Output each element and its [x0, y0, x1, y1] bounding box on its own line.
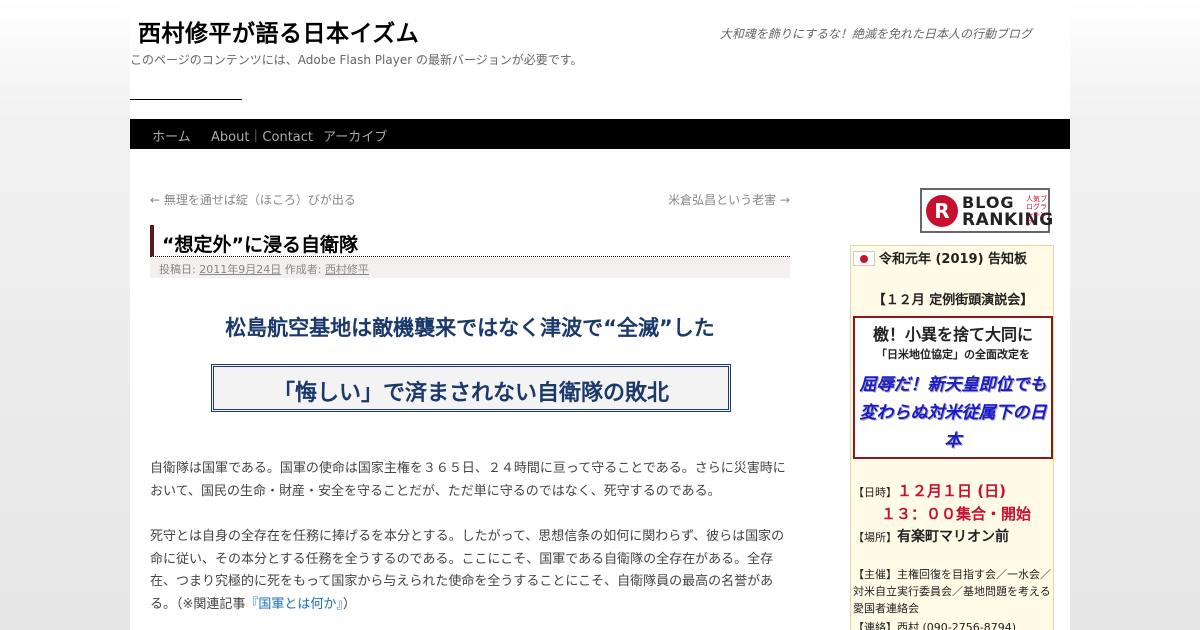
next-post-label: 米倉弘昌という老害	[668, 193, 777, 207]
place-value: 有楽町マリオン前	[897, 529, 1009, 545]
event-slogan-box: 檄！小異を捨て大同に 「日米地位協定」の全面改定を 屈辱だ！新天皇即位でも変わら…	[853, 316, 1053, 459]
date-value: １２月１日 (日)	[897, 482, 1006, 500]
page-wrapper: 西村修平が語る日本イズム 大和魂を飾りにするな！絶滅を免れた日本人の行動ブログ …	[130, 0, 1070, 630]
event-place-row: 【場所】有楽町マリオン前	[853, 526, 1009, 546]
event-contact: 【連絡】西村 (090-2756-8794)	[853, 621, 1017, 630]
entry-title: “想定外”に浸る自衛隊	[162, 234, 358, 256]
event-organizers: 【主催】主権回復を目指す会／一水会／対米自立実行委員会／基地問題を考える愛国者連…	[853, 568, 1051, 615]
nav-item-archive[interactable]: アーカイブ	[323, 126, 387, 145]
date-label: 【日時】	[853, 486, 897, 499]
notice-subtitle: 【１２月 定例街頭演説会】	[872, 293, 1034, 308]
prev-post-label: 無理を通せば綻（ほころ）びが出る	[163, 193, 356, 207]
main-nav: ホーム About｜Contact アーカイブ	[130, 119, 1070, 149]
paragraph-2-end: ）	[342, 596, 356, 612]
entry-title-bar: “想定外”に浸る自衛隊	[150, 225, 790, 257]
slogan-line-1: 檄！小異を捨て大同に	[872, 325, 1033, 344]
japan-flag-icon	[853, 251, 875, 266]
right-arrow-icon: →	[779, 193, 790, 207]
notice-title: 令和元年 (2019) 告知板	[878, 252, 1028, 267]
blog-ranking-banner[interactable]: R BLOG RANKING 人気ブログランキング	[920, 188, 1053, 233]
slogan-line-3: 屈辱だ！新天皇即位でも変わらぬ対米従属下の日本	[859, 375, 1047, 451]
left-arrow-icon: ←	[150, 193, 161, 207]
prev-post-link[interactable]: ← 無理を通せば綻（ほころ）びが出る	[150, 191, 356, 208]
flash-notice: このページのコンテンツには、Adobe Flash Player の最新バージョ…	[130, 53, 583, 67]
nav-item-home[interactable]: ホーム	[152, 126, 191, 145]
banner-small-text: 人気ブログランキング	[1026, 195, 1047, 227]
article-paragraph-2: 死守とは自身の全存在を任務に捧げるを本分とする。したがって、思想信条の如何に関わ…	[150, 526, 792, 616]
notice-board: 令和元年 (2019) 告知板 【１２月 定例街頭演説会】 檄！小異を捨て大同に…	[850, 245, 1054, 630]
ranking-logo-icon: R	[926, 195, 958, 227]
entry-meta: 投稿日: 2011年9月24日 作成者: 西村修平	[150, 258, 790, 278]
site-title[interactable]: 西村修平が語る日本イズム	[138, 14, 419, 48]
article-headline: 松島航空基地は敵機襲来ではなく津波で“全滅”した	[225, 316, 715, 340]
slogan-line-2: 「日米地位協定」の全面改定を	[876, 348, 1030, 361]
article-subheadline: 「悔しい」で済まされない自衛隊の敗北	[272, 381, 669, 406]
place-label: 【場所】	[853, 531, 897, 544]
meta-author-link[interactable]: 西村修平	[325, 263, 369, 276]
meta-posted-label: 投稿日:	[159, 263, 196, 276]
article-subheadline-box: 「悔しい」で済まされない自衛隊の敗北	[211, 364, 731, 412]
article-paragraph-1: 自衛隊は国軍である。国軍の使命は国家主権を３６５日、２４時間に亘って守ることであ…	[150, 461, 786, 499]
event-date-row: 【日時】１２月１日 (日)	[853, 480, 1006, 501]
time-value: １３：００集合・開始	[881, 505, 1032, 523]
site-description: 大和魂を飾りにするな！絶滅を免れた日本人の行動ブログ	[719, 27, 1032, 41]
meta-author-label: 作成者:	[284, 263, 322, 276]
nav-item-about-contact[interactable]: About｜Contact	[211, 126, 313, 145]
next-post-link[interactable]: 米倉弘昌という老害 →	[668, 191, 790, 208]
related-article-link[interactable]: 『国軍とは何か』	[245, 597, 343, 612]
meta-date-link[interactable]: 2011年9月24日	[199, 263, 281, 276]
header-divider	[130, 99, 242, 100]
